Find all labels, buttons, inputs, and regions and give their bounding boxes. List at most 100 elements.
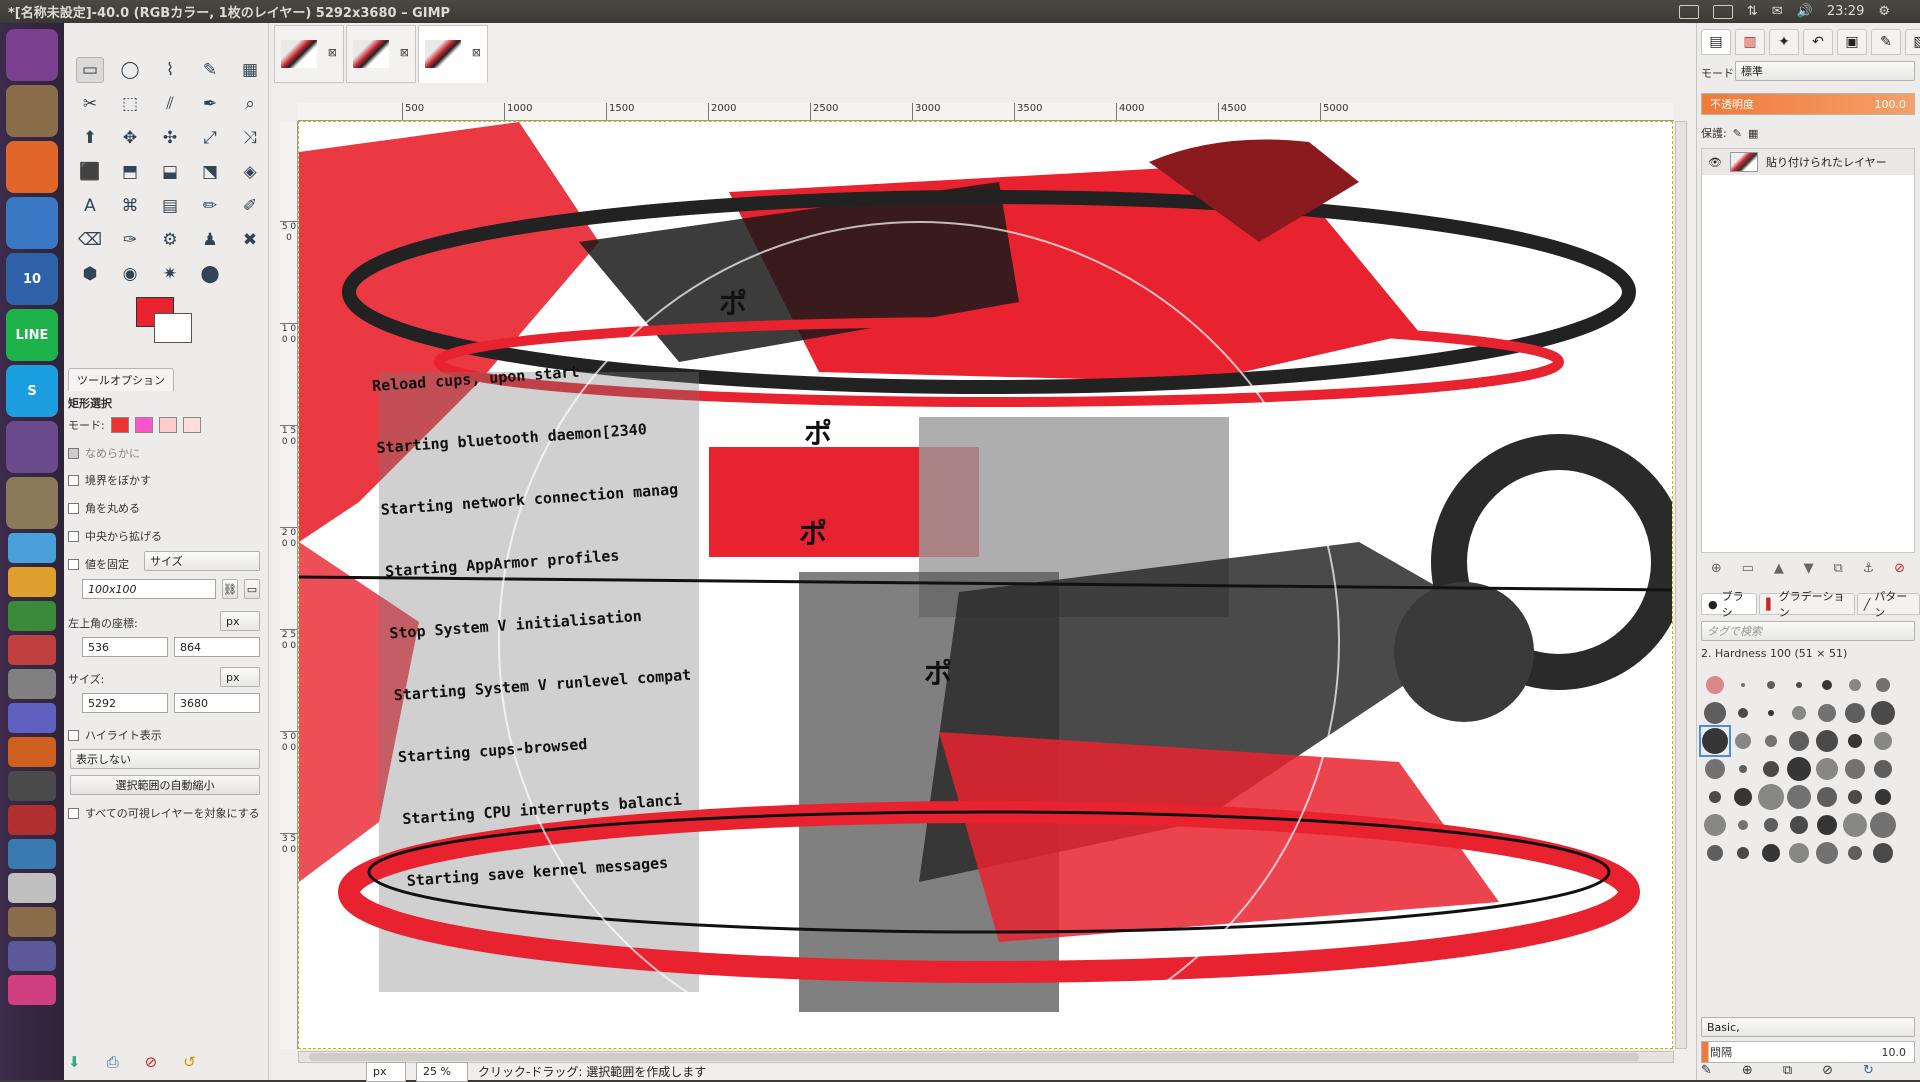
launcher-app-icon[interactable] (8, 703, 56, 733)
size-h-field[interactable]: 3680 (174, 693, 260, 713)
tab-tool-options[interactable]: ツールオプション (68, 367, 174, 391)
brush-item[interactable] (1841, 671, 1869, 699)
restore-options-icon[interactable]: ⎙ (107, 1053, 119, 1071)
sample-merged-checkbox[interactable] (68, 807, 79, 819)
fixed-checkbox[interactable] (68, 558, 79, 570)
mode-add-icon[interactable] (134, 417, 153, 433)
mail-icon[interactable]: ✉ (1772, 4, 1783, 19)
screen-icon[interactable] (6, 421, 58, 473)
brush-item[interactable] (1729, 811, 1757, 839)
highlight-checkbox[interactable] (68, 729, 79, 741)
tool-button[interactable]: ⌘ (110, 189, 150, 223)
volume-icon[interactable]: 🔊 (1797, 4, 1813, 19)
brush-item[interactable] (1757, 699, 1785, 727)
launcher-app-icon[interactable] (8, 737, 56, 767)
brush-item[interactable] (1841, 839, 1869, 867)
delete-options-icon[interactable]: ⊘ (145, 1053, 158, 1071)
position-x-field[interactable]: 536 (82, 637, 168, 657)
spacing-slider[interactable]: 間隔 10.0 (1701, 1041, 1915, 1063)
tool-button[interactable]: ✒ (190, 87, 230, 121)
round-corners-row[interactable]: 角を丸める (68, 500, 140, 516)
files-icon[interactable] (6, 85, 58, 137)
brush-item[interactable] (1869, 783, 1897, 811)
brush-item[interactable] (1729, 671, 1757, 699)
brush-tab-icon[interactable]: ✎ (1871, 29, 1901, 55)
new-brush-icon[interactable]: ⊕ (1742, 1063, 1753, 1078)
position-y-field[interactable]: 864 (174, 637, 260, 657)
image-tab-1[interactable]: ⊠ (274, 25, 344, 83)
background-color[interactable] (154, 313, 192, 343)
lock-alpha-icon[interactable]: ▦ (1748, 127, 1758, 140)
delete-brush-icon[interactable]: ⊘ (1822, 1063, 1833, 1078)
tab-brushes[interactable]: ● ブラシ (1701, 590, 1758, 619)
close-icon[interactable]: ⊠ (328, 46, 337, 59)
firefox-icon[interactable] (6, 141, 58, 193)
ubuntu-dash-icon[interactable] (6, 29, 58, 81)
tool-button[interactable]: ✂ (70, 87, 110, 121)
brush-item[interactable] (1785, 671, 1813, 699)
tool-button[interactable]: ⚙ (150, 223, 190, 257)
brush-item[interactable] (1869, 811, 1897, 839)
launcher-app-icon[interactable] (8, 533, 56, 563)
brush-item[interactable] (1701, 699, 1729, 727)
close-icon[interactable]: ⊠ (400, 46, 409, 59)
antialias-checkbox[interactable] (68, 447, 79, 459)
launcher-app-icon[interactable] (8, 669, 56, 699)
tool-button[interactable]: ◈ (230, 155, 270, 189)
brush-item[interactable] (1729, 755, 1757, 783)
brush-item[interactable] (1701, 671, 1729, 699)
brush-item[interactable] (1869, 699, 1897, 727)
layers-tab-icon[interactable]: ▤ (1701, 29, 1731, 55)
brush-item[interactable] (1841, 811, 1869, 839)
layers-list[interactable]: 👁 貼り付けられたレイヤー (1701, 148, 1915, 553)
brush-item[interactable] (1869, 727, 1897, 755)
brush-item[interactable] (1699, 725, 1731, 757)
tool-button[interactable]: ⬆ (70, 121, 110, 155)
brush-item[interactable] (1701, 755, 1729, 783)
image-tab-2[interactable]: ⊠ (346, 25, 416, 83)
aspect-icon[interactable]: ▭ (244, 579, 260, 599)
launcher-app-icon[interactable] (8, 567, 56, 597)
fixed-mode-dropdown[interactable]: サイズ (144, 551, 260, 571)
line-icon[interactable]: LINE (6, 309, 58, 361)
brush-preset-dropdown[interactable]: Basic, (1701, 1017, 1915, 1037)
feather-row[interactable]: 境界をぼかす (68, 472, 151, 488)
tool-button[interactable]: ⤨ (230, 121, 270, 155)
launcher-app-icon[interactable] (8, 839, 56, 869)
horizontal-scrollbar[interactable] (298, 1051, 1674, 1063)
tool-button[interactable]: ✷ (150, 257, 190, 291)
brush-item[interactable] (1757, 727, 1785, 755)
brush-item[interactable] (1785, 755, 1813, 783)
tool-button[interactable]: ◯ (110, 53, 150, 87)
brush-item[interactable] (1701, 783, 1729, 811)
position-unit-dropdown[interactable]: px (220, 611, 260, 631)
tool-button[interactable]: ▦ (230, 53, 270, 87)
lock-pixels-icon[interactable]: ✎ (1733, 127, 1742, 140)
new-layer-icon[interactable]: ⊕ (1711, 561, 1722, 576)
launcher-app-icon[interactable] (8, 941, 56, 971)
launcher-app-icon[interactable] (8, 975, 56, 1005)
horizontal-ruler[interactable]: 500 1000 1500 2000 2500 3000 3500 4000 4500 5000 (298, 103, 1674, 121)
tool-button[interactable]: ⬢ (70, 257, 110, 291)
tool-button[interactable]: ✣ (150, 121, 190, 155)
brush-item[interactable] (1813, 699, 1841, 727)
paths-tab-icon[interactable]: ✦ (1769, 29, 1799, 55)
brush-item[interactable] (1813, 811, 1841, 839)
tool-button[interactable]: ✐ (230, 189, 270, 223)
brush-item[interactable] (1785, 727, 1813, 755)
duplicate-brush-icon[interactable]: ⧉ (1783, 1063, 1792, 1078)
brush-item[interactable] (1785, 783, 1813, 811)
lower-layer-icon[interactable]: ▼ (1804, 561, 1814, 576)
launcher-app-icon[interactable] (8, 873, 56, 903)
brush-item[interactable] (1729, 839, 1757, 867)
feather-checkbox[interactable] (68, 474, 79, 486)
gimp-icon[interactable] (6, 477, 58, 529)
eye-icon[interactable]: 👁 (1708, 156, 1722, 169)
brush-item[interactable] (1757, 811, 1785, 839)
gradient-tab-icon[interactable]: ▧ (1905, 29, 1920, 55)
brush-item[interactable] (1813, 839, 1841, 867)
brush-item[interactable] (1869, 671, 1897, 699)
layer-mode-dropdown[interactable]: 標準 (1735, 61, 1915, 81)
layer-name[interactable]: 貼り付けられたレイヤー (1766, 154, 1887, 170)
fixed-row[interactable]: 値を固定 (68, 556, 129, 572)
